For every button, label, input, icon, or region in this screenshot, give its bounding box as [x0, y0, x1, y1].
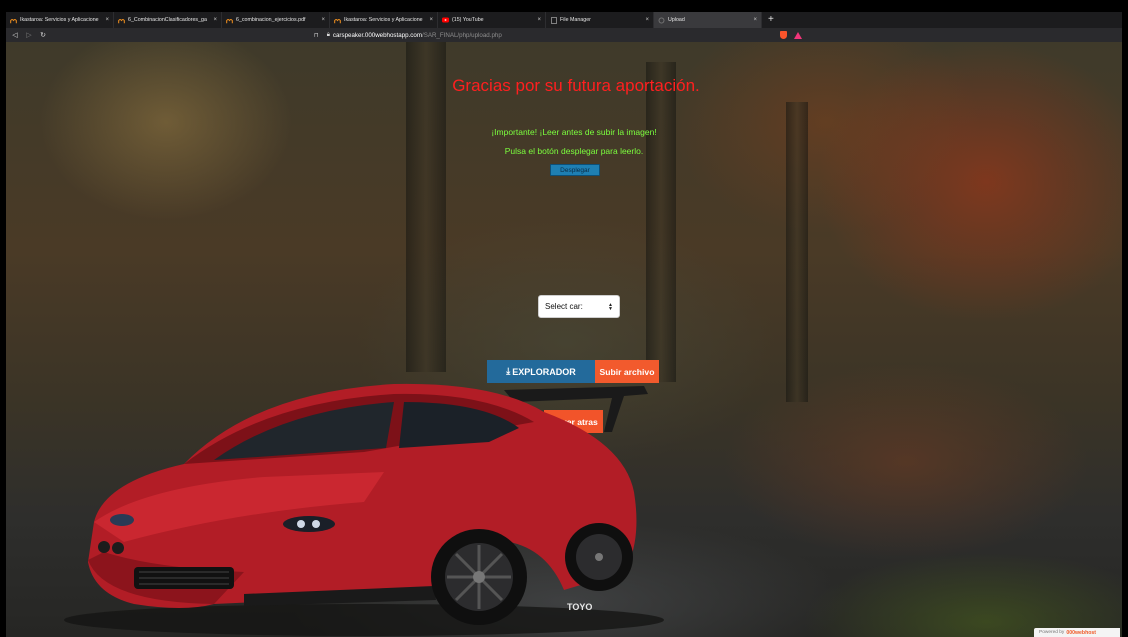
moodle-icon [334, 17, 341, 24]
browser-tab[interactable]: (15) YouTube × [438, 12, 546, 28]
url-host: carspeaker.000webhostapp.com [332, 31, 422, 39]
tab-title: Ikastaroa: Servicios y Aplicacione [20, 17, 99, 23]
browser-toolbar: ◁ ▷ ↻ ⊓ 🔒︎ carspeaker.000webhostapp.com/… [6, 28, 1122, 42]
select-arrows-icon: ▲ ▼ [608, 301, 613, 312]
moodle-icon [226, 17, 233, 24]
instruction-text: Pulsa el botón desplegar para leerlo. [504, 146, 644, 156]
background-tree-trunk [646, 62, 676, 382]
tab-close-icon[interactable]: × [537, 17, 541, 23]
page-title: Gracias por su futura aportación. [452, 76, 700, 95]
browser-tab[interactable]: 6_CombinacionClasificadores_ga × [114, 12, 222, 28]
youtube-icon [442, 17, 449, 24]
tab-close-icon[interactable]: × [645, 17, 649, 23]
extension-area [780, 31, 802, 39]
tyre-sidewall-text: TOYO [567, 602, 592, 612]
powered-by-label: Powered by [1039, 630, 1065, 635]
car-select-value: Select car: [545, 302, 583, 311]
tab-title: Upload [668, 17, 685, 23]
car-select[interactable]: Select car: ▲ ▼ [538, 295, 620, 318]
brave-rewards-icon[interactable] [794, 31, 802, 39]
red-sports-car-illustration: TOYO [64, 383, 664, 636]
back-arrow-icon[interactable]: ◁ [10, 31, 20, 39]
loading-icon [658, 17, 665, 24]
page-viewport: Gracias por su futura aportación. ¡Impor… [6, 42, 1122, 637]
tab-close-icon[interactable]: × [429, 17, 433, 23]
tab-title: Ikastaroa: Servicios y Aplicacione [344, 17, 423, 23]
tab-title: File Manager [560, 17, 591, 23]
new-tab-button[interactable]: + [762, 12, 780, 28]
generic-page-icon [550, 16, 557, 24]
tab-close-icon[interactable]: × [105, 17, 109, 23]
url-path: /SAR_FINAL/php/upload.php [421, 31, 502, 39]
moodle-icon [118, 17, 125, 24]
browser-tab[interactable]: Ikastaroa: Servicios y Aplicacione × [330, 12, 438, 28]
browser-tab-active[interactable]: Upload × [654, 12, 762, 28]
tab-title: 6_CombinacionClasificadores_ga [128, 17, 207, 23]
tab-close-icon[interactable]: × [213, 17, 217, 23]
reload-icon[interactable]: ↻ [38, 31, 48, 39]
tab-title: 6_combinacion_ejercicios.pdf [236, 17, 306, 23]
tab-title: (15) YouTube [452, 17, 484, 23]
tab-close-icon[interactable]: × [321, 17, 325, 23]
browser-tab-strip: Ikastaroa: Servicios y Aplicacione × 6_C… [6, 12, 1122, 28]
expand-button[interactable]: Desplegar [550, 164, 600, 176]
bookmark-icon[interactable]: ⊓ [314, 32, 319, 39]
browser-tab[interactable]: 6_combinacion_ejercicios.pdf × [222, 12, 330, 28]
tab-close-icon[interactable]: × [753, 17, 757, 23]
lock-icon: 🔒︎ [326, 31, 330, 38]
moodle-icon [10, 17, 17, 24]
forward-arrow-icon[interactable]: ▷ [24, 31, 34, 39]
important-notice: ¡Importante! ¡Leer antes de subir la ima… [491, 127, 657, 137]
address-bar[interactable]: carspeaker.000webhostapp.com/SAR_FINAL/p… [333, 32, 502, 39]
browser-tab[interactable]: File Manager × [546, 12, 654, 28]
hosting-badge[interactable]: Powered by 000webhost [1034, 628, 1120, 637]
webhost-logo: 000webhost [1066, 629, 1097, 636]
brave-shield-icon[interactable] [780, 31, 787, 39]
browser-tab[interactable]: Ikastaroa: Servicios y Aplicacione × [6, 12, 114, 28]
screen-frame: Ikastaroa: Servicios y Aplicacione × 6_C… [0, 0, 1128, 637]
